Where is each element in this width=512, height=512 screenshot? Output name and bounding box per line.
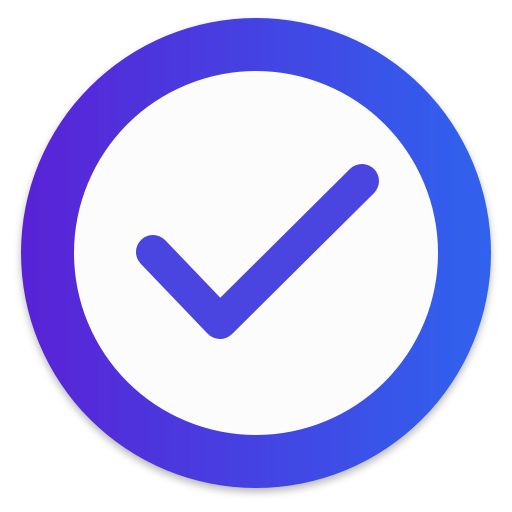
checkmark-badge [21,18,491,488]
inner-disc [74,71,438,435]
app-icon [0,0,512,512]
